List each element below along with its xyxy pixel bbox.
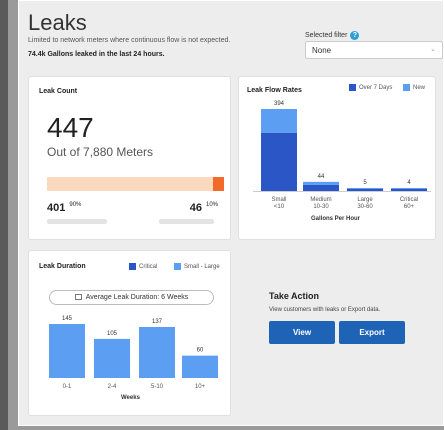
duration-bar bbox=[139, 326, 175, 378]
flow-axis-title: Gallons Per Hour bbox=[311, 216, 361, 222]
filter-label-text: Selected filter bbox=[305, 32, 348, 39]
export-button[interactable]: Export bbox=[339, 321, 405, 344]
left-stat-pct: 90% bbox=[69, 202, 82, 209]
filter-select[interactable]: None ⌄ bbox=[305, 41, 443, 59]
flow-bar-over-7-days bbox=[347, 189, 383, 191]
leak-count-bar-fill bbox=[213, 177, 224, 191]
chevron-down-icon: ⌄ bbox=[430, 46, 436, 53]
leak-duration-card: Leak Duration Critical Small - Large Ave… bbox=[28, 250, 231, 416]
page-title: Leaks bbox=[28, 10, 87, 35]
duration-bar-value-label: 105 bbox=[107, 331, 118, 337]
flow-bar-new bbox=[261, 109, 297, 133]
duration-tick-label: 5-10 bbox=[151, 384, 164, 390]
leak-summary: 74.4k Gallons leaked in the last 24 hour… bbox=[28, 51, 165, 58]
duration-bar-value-label: 145 bbox=[62, 316, 73, 322]
duration-bar-value-label: 137 bbox=[152, 319, 163, 325]
help-icon[interactable]: ? bbox=[350, 31, 360, 40]
duration-bar bbox=[94, 338, 130, 378]
right-stat-value: 46 bbox=[189, 202, 202, 214]
duration-bar bbox=[182, 355, 218, 378]
flow-bar-over-7-days bbox=[261, 132, 297, 191]
duration-tick-label: 10+ bbox=[195, 384, 206, 390]
duration-tick-label: 0-1 bbox=[63, 384, 72, 390]
flow-tick-label: Medium bbox=[310, 197, 331, 203]
flow-bar-over-7-days bbox=[303, 184, 339, 191]
leak-count-total: 447 bbox=[47, 112, 94, 143]
duration-axis-title: Weeks bbox=[121, 395, 140, 401]
flow-tick-sublabel: 60+ bbox=[404, 204, 415, 210]
flow-tick-label: Large bbox=[357, 197, 373, 203]
flow-tick-label: Small bbox=[271, 197, 286, 203]
page-subtitle: Limited to network meters where continuo… bbox=[28, 37, 231, 44]
flow-bar-new bbox=[391, 188, 427, 189]
flow-tick-sublabel: 10-30 bbox=[313, 204, 329, 210]
left-stat-value: 401 bbox=[47, 202, 66, 214]
leak-count-out-of: Out of 7,880 Meters bbox=[47, 145, 154, 159]
duration-tick-label: 2-4 bbox=[108, 384, 117, 390]
filter-select-value: None bbox=[312, 46, 332, 55]
flow-tick-sublabel: 30-60 bbox=[357, 204, 373, 210]
flow-bar-over-7-days bbox=[391, 189, 427, 191]
flow-bar-new bbox=[303, 181, 339, 185]
flow-bar-total-label: 44 bbox=[318, 174, 325, 180]
flow-bar-total-label: 4 bbox=[407, 180, 411, 186]
blurred-label-right bbox=[159, 219, 214, 224]
leak-flow-rates-card: Leak Flow Rates Over 7 Days New 394 Small… bbox=[238, 76, 436, 240]
duration-chart: 145 0-1 105 2-4 137 5-10 60 10+ bbox=[49, 316, 218, 390]
leak-count-card: Leak Count 447 Out of 7,880 Meters 401 90… bbox=[28, 76, 231, 240]
filter-label: Selected filter ? bbox=[305, 31, 360, 40]
duration-bar bbox=[49, 324, 85, 378]
leak-count-title: Leak Count bbox=[39, 88, 78, 95]
flow-tick-label: Critical bbox=[400, 197, 418, 203]
take-action-description: View customers with leaks or Export data… bbox=[269, 307, 381, 313]
flow-bar-new bbox=[347, 188, 383, 189]
take-action-title: Take Action bbox=[269, 291, 320, 301]
leak-count-right-stat: 46 10% bbox=[190, 202, 218, 214]
flow-bar-total-label: 394 bbox=[274, 101, 285, 107]
duration-bar-value-label: 60 bbox=[197, 348, 204, 354]
blurred-label-left bbox=[47, 219, 107, 224]
right-stat-pct: 10% bbox=[205, 202, 218, 209]
leak-count-left-stat: 401 90% bbox=[47, 202, 81, 214]
leak-count-bar-track bbox=[47, 177, 224, 191]
view-button[interactable]: View bbox=[269, 321, 335, 344]
flow-tick-sublabel: <10 bbox=[274, 204, 285, 210]
flow-bar-total-label: 5 bbox=[363, 180, 367, 186]
